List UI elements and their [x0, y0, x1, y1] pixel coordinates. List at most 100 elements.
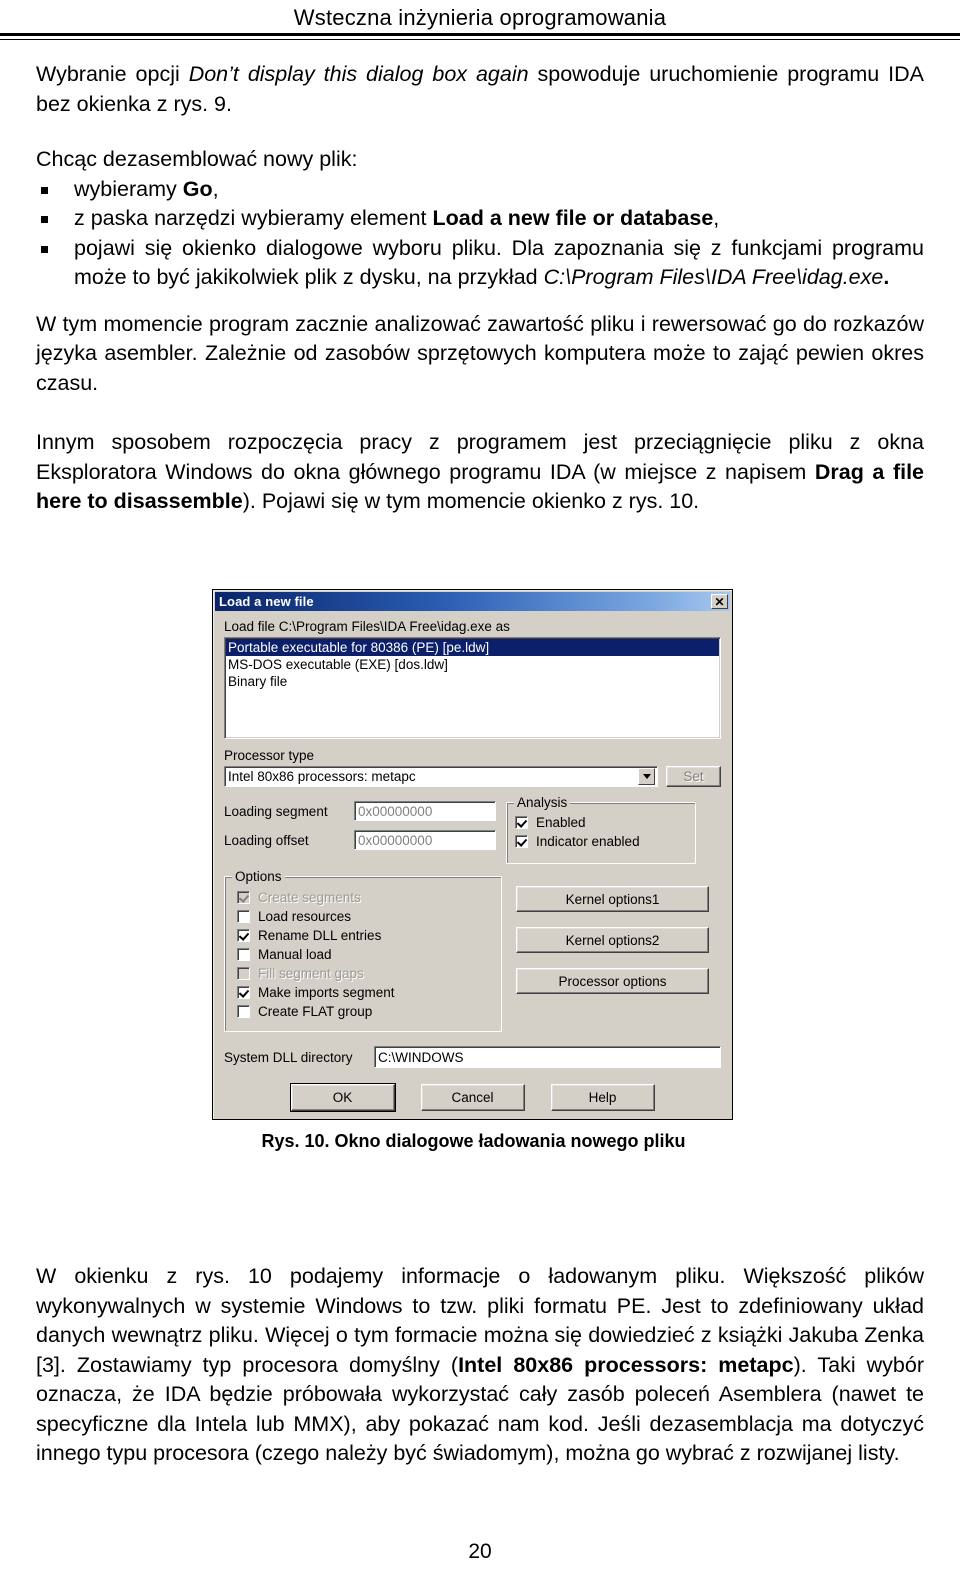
checkbox-icon[interactable]	[515, 835, 528, 848]
list-item[interactable]: MS-DOS executable (EXE) [dos.ldw]	[226, 656, 719, 673]
bullet-1-bold: Go	[182, 176, 213, 201]
list-item: z paska narzędzi wybieramy element Load …	[36, 204, 924, 234]
option-make-imports-segment[interactable]: Make imports segment	[237, 985, 493, 1000]
header-rule-thick	[0, 33, 960, 36]
processor-type-row: Intel 80x86 processors: metapc Set	[224, 766, 721, 787]
option-label: Make imports segment	[258, 985, 395, 1000]
system-dll-directory-input[interactable]: C:\WINDOWS	[374, 1046, 721, 1068]
header-rule-thin	[0, 39, 960, 40]
set-button[interactable]: Set	[666, 766, 721, 787]
checkbox-icon[interactable]	[515, 816, 528, 829]
option-label: Create FLAT group	[258, 1004, 373, 1019]
paragraph-3: Innym sposobem rozpoczęcia pracy z progr…	[36, 428, 924, 517]
para3-lead: Innym sposobem rozpoczęcia pracy z progr…	[36, 430, 924, 484]
options-group: Options Create segments Load resources R…	[224, 869, 502, 1032]
analysis-indicator-label: Indicator enabled	[536, 834, 640, 849]
option-create-flat-group[interactable]: Create FLAT group	[237, 1004, 493, 1019]
option-label: Load resources	[258, 909, 352, 924]
option-label: Fill segment gaps	[258, 966, 364, 981]
processor-type-value: Intel 80x86 processors: metapc	[228, 769, 416, 784]
checkbox-icon[interactable]	[237, 986, 250, 999]
list-item[interactable]: Portable executable for 80386 (PE) [pe.l…	[226, 639, 719, 656]
option-label: Create segments	[258, 890, 361, 905]
option-label: Rename DLL entries	[258, 928, 382, 943]
loading-segment-label: Loading segment	[224, 803, 328, 819]
paragraph-2: W tym momencie program zacznie analizowa…	[36, 311, 924, 395]
option-create-segments[interactable]: Create segments	[237, 890, 493, 905]
system-dll-directory-label: System DLL directory	[224, 1049, 353, 1065]
loading-segment-input[interactable]: 0x00000000	[354, 801, 496, 821]
bullet-3-post: .	[883, 265, 890, 289]
close-icon[interactable]: ✕	[711, 594, 728, 609]
analysis-enabled-label: Enabled	[536, 815, 586, 830]
figure-caption: Rys. 10. Okno dialogowe ładowania nowego…	[261, 1131, 686, 1151]
option-label: Manual load	[258, 947, 332, 962]
figure-10: Load a new file ✕ Load file C:\Program F…	[212, 589, 735, 1152]
load-a-new-file-dialog: Load a new file ✕ Load file C:\Program F…	[212, 589, 733, 1120]
ok-button[interactable]: OK	[290, 1084, 395, 1111]
processor-type-label: Processor type	[224, 748, 315, 763]
processor-options-button[interactable]: Processor options	[516, 968, 709, 994]
analysis-group: Analysis Enabled Indicator enabled	[506, 795, 696, 864]
analysis-group-title: Analysis	[514, 795, 571, 810]
option-load-resources[interactable]: Load resources	[237, 909, 493, 924]
processor-type-select[interactable]: Intel 80x86 processors: metapc	[224, 766, 658, 787]
option-manual-load[interactable]: Manual load	[237, 947, 493, 962]
checkbox-icon	[237, 891, 250, 904]
chevron-down-icon[interactable]	[638, 768, 655, 785]
list-item: pojawi się okienko dialogowe wyboru plik…	[36, 234, 924, 293]
analysis-enabled-row[interactable]: Enabled	[515, 815, 687, 830]
loading-offset-input[interactable]: 0x00000000	[354, 830, 496, 850]
para4-bold-processor: Intel 80x86 processors: metapc	[458, 1352, 794, 1377]
document-body: Wybranie opcji Don’t display this dialog…	[36, 60, 924, 517]
cancel-button[interactable]: Cancel	[420, 1084, 525, 1111]
checkbox-icon[interactable]	[237, 910, 250, 923]
steps-list: wybieramy Go, z paska narzędzi wybieramy…	[36, 175, 924, 293]
bullet-2-pre: z paska narzędzi wybieramy element	[74, 206, 433, 230]
dialog-title-bar: Load a new file ✕	[215, 592, 730, 611]
paragraph-1: Wybranie opcji Don’t display this dialog…	[36, 60, 924, 119]
para1-lead: Wybranie opcji	[36, 62, 189, 86]
checkbox-icon[interactable]	[237, 948, 250, 961]
running-title: Wsteczna inżynieria oprogramowania	[293, 5, 667, 30]
para1-italic-option: Don’t display this dialog box again	[188, 62, 529, 86]
loading-offset-row: Loading offset 0x00000000	[224, 829, 496, 851]
page-header: Wsteczna inżynieria oprogramowania	[0, 0, 960, 32]
list-item: wybieramy Go,	[36, 175, 924, 205]
para3-tail: ). Pojawi się w tym momencie okienko z r…	[242, 489, 700, 513]
loading-offset-label: Loading offset	[224, 832, 309, 848]
system-dll-directory-row: System DLL directory C:\WINDOWS	[224, 1046, 721, 1068]
kernel-options2-button[interactable]: Kernel options2	[516, 927, 709, 953]
bullet-2-post: ,	[713, 206, 720, 230]
document-body-tail: W okienku z rys. 10 podajemy informacje …	[36, 1262, 924, 1469]
kernel-options1-button[interactable]: Kernel options1	[516, 886, 709, 912]
option-rename-dll-entries[interactable]: Rename DLL entries	[237, 928, 493, 943]
option-fill-segment-gaps[interactable]: Fill segment gaps	[237, 966, 493, 981]
analysis-indicator-row[interactable]: Indicator enabled	[515, 834, 687, 849]
segment-and-analysis-row: Loading segment 0x00000000 Loading offse…	[224, 795, 721, 864]
dialog-title: Load a new file	[219, 594, 314, 609]
segment-fields: Loading segment 0x00000000 Loading offse…	[224, 800, 496, 864]
checkbox-icon[interactable]	[237, 929, 250, 942]
file-type-listbox[interactable]: Portable executable for 80386 (PE) [pe.l…	[224, 637, 721, 739]
loading-segment-row: Loading segment 0x00000000	[224, 800, 496, 822]
checkbox-icon[interactable]	[237, 1005, 250, 1018]
load-file-label: Load file C:\Program Files\IDA Free\idag…	[224, 619, 510, 634]
bullet-1-post: ,	[212, 176, 219, 201]
options-group-title: Options	[232, 869, 285, 884]
list-item[interactable]: Binary file	[226, 673, 719, 690]
options-and-buttons-row: Options Create segments Load resources R…	[224, 869, 721, 1032]
paragraph-4: W okienku z rys. 10 podajemy informacje …	[36, 1262, 924, 1469]
bullet-1-pre: wybieramy	[74, 176, 183, 201]
list-intro: Chcąc dezasemblować nowy plik:	[36, 147, 358, 171]
checkbox-icon	[237, 967, 250, 980]
help-button[interactable]: Help	[550, 1084, 655, 1111]
bullet-3-italic-path: C:\Program Files\IDA Free\idag.exe	[543, 265, 884, 289]
dialog-content: Load file C:\Program Files\IDA Free\idag…	[213, 611, 732, 1111]
dialog-action-buttons: OK Cancel Help	[224, 1084, 721, 1111]
page-number: 20	[468, 1540, 492, 1563]
bullet-2-bold: Load a new file or database	[432, 206, 714, 230]
